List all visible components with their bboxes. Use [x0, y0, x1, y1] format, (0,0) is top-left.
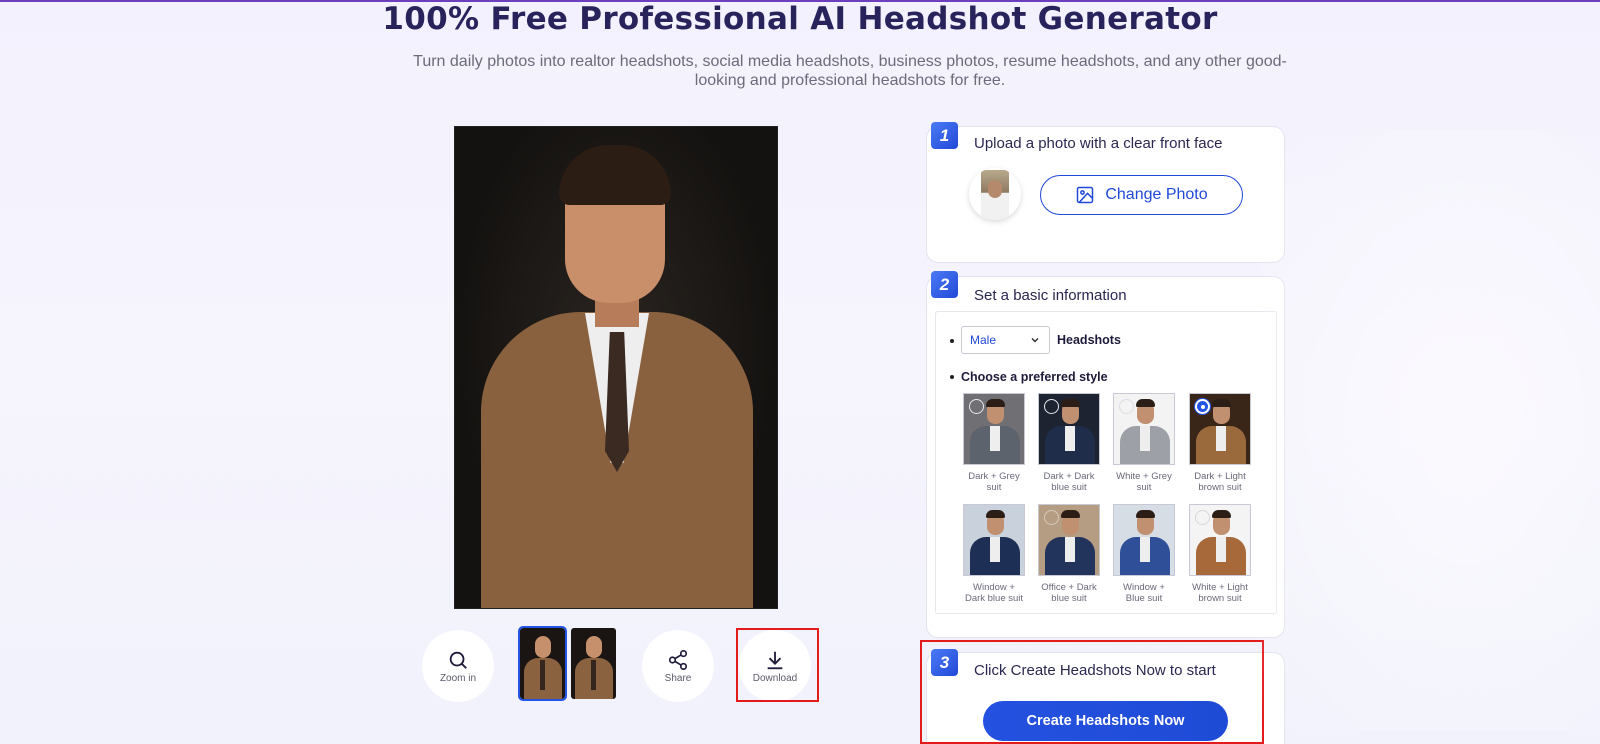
thumb-tie — [540, 660, 545, 690]
caption-line: blue suit — [1051, 482, 1087, 493]
generated-headshot-preview — [454, 126, 778, 609]
caption-line: blue suit — [1051, 593, 1087, 604]
thumb-head — [535, 636, 551, 658]
tile-hair — [1212, 510, 1231, 518]
tile-shirt — [990, 426, 1000, 451]
share-button[interactable]: Share — [642, 630, 714, 702]
caption-line: Office + Dark — [1041, 582, 1097, 593]
tile-hair — [1212, 399, 1231, 407]
magnifier-icon — [449, 651, 467, 669]
bullet — [950, 375, 954, 379]
page-title: 100% Free Professional AI Headshot Gener… — [382, 1, 1218, 37]
hair-shape — [559, 145, 671, 205]
tile-shirt — [1140, 426, 1150, 451]
tile-hair — [1061, 510, 1080, 518]
uploaded-face — [988, 180, 1002, 198]
change-photo-button[interactable]: Change Photo — [1040, 175, 1243, 215]
caption-line: Blue suit — [1125, 593, 1163, 604]
caption-line: Dark + Light — [1194, 471, 1246, 482]
tile-hair — [1136, 510, 1155, 518]
tile-hair — [986, 510, 1005, 518]
tile-shirt — [1065, 426, 1075, 451]
step-1-instruction: Upload a photo with a clear front face — [974, 135, 1223, 152]
tile-shirt — [1065, 537, 1075, 562]
thumb-head — [586, 636, 602, 658]
uploaded-photo-avatar — [969, 168, 1021, 220]
caption-line: Dark blue suit — [964, 593, 1024, 604]
caption-line: Window + — [1123, 582, 1165, 593]
style-radio[interactable] — [969, 399, 984, 414]
caption-line: Dark + Grey — [968, 471, 1020, 482]
style-option-white-grey[interactable] — [1113, 393, 1175, 465]
style-radio-selected[interactable] — [1195, 399, 1210, 414]
result-thumbnail-2[interactable] — [571, 628, 616, 699]
download-highlight-box — [736, 628, 819, 702]
style-caption: Dark + Light brown suit — [1180, 471, 1260, 493]
caption-line: White + Light — [1192, 582, 1248, 593]
chevron-down-icon — [1031, 338, 1039, 343]
caption-line: Window + — [973, 582, 1015, 593]
step-2-instruction: Set a basic information — [974, 287, 1127, 304]
style-prompt: Choose a preferred style — [961, 370, 1108, 384]
tile-shirt — [990, 537, 1000, 562]
style-caption: Dark + Grey suit — [954, 471, 1034, 493]
style-radio[interactable] — [1195, 510, 1210, 525]
zoom-in-label: Zoom in — [439, 672, 477, 684]
bullet — [950, 339, 954, 343]
image-icon — [1077, 186, 1094, 204]
tile-hair — [986, 399, 1005, 407]
style-caption: Window + Dark blue suit — [954, 582, 1034, 604]
tile-shirt — [1140, 537, 1150, 562]
caption-line: suit — [986, 482, 1002, 493]
background-glow — [1262, 130, 1600, 730]
share-label: Share — [664, 672, 692, 684]
change-photo-label: Change Photo — [1105, 186, 1208, 203]
tile-shirt — [1216, 426, 1226, 451]
result-thumbnail-1[interactable] — [518, 626, 567, 701]
tile-hair — [1061, 399, 1080, 407]
share-icon — [668, 649, 688, 670]
style-caption: Window + Blue suit — [1104, 582, 1184, 604]
zoom-in-button[interactable]: Zoom in — [422, 630, 494, 702]
style-option-window-darkblue[interactable] — [963, 504, 1025, 576]
caption-line: Dark + Dark — [1043, 471, 1095, 482]
style-radio[interactable] — [1044, 510, 1059, 525]
style-option-dark-grey[interactable] — [963, 393, 1025, 465]
style-option-dark-darkblue[interactable] — [1038, 393, 1100, 465]
gender-value: Male — [970, 333, 997, 347]
caption-line: brown suit — [1198, 482, 1242, 493]
caption-line: suit — [1136, 482, 1152, 493]
page-subtitle: Turn daily photos into realtor headshots… — [413, 53, 1287, 89]
style-option-office-darkblue[interactable] — [1038, 504, 1100, 576]
caption-line: White + Grey — [1116, 471, 1172, 482]
style-option-white-lightbrown[interactable] — [1189, 504, 1251, 576]
gender-select[interactable]: Male — [961, 326, 1050, 354]
style-caption: White + Light brown suit — [1180, 582, 1260, 604]
caption-line: brown suit — [1198, 593, 1242, 604]
style-option-dark-lightbrown[interactable] — [1189, 393, 1251, 465]
style-option-window-blue[interactable] — [1113, 504, 1175, 576]
step-1-badge: 1 — [931, 122, 958, 149]
style-caption: Dark + Dark blue suit — [1029, 471, 1109, 493]
create-highlight-box — [920, 640, 1264, 744]
style-caption: Office + Dark blue suit — [1029, 582, 1109, 604]
style-radio[interactable] — [1119, 399, 1134, 414]
tile-hair — [1136, 399, 1155, 407]
style-radio[interactable] — [1044, 399, 1059, 414]
step-2-badge: 2 — [931, 271, 958, 298]
thumb-tie — [591, 660, 596, 690]
tile-shirt — [1216, 537, 1226, 562]
headshots-label: Headshots — [1057, 333, 1121, 347]
style-caption: White + Grey suit — [1104, 471, 1184, 493]
